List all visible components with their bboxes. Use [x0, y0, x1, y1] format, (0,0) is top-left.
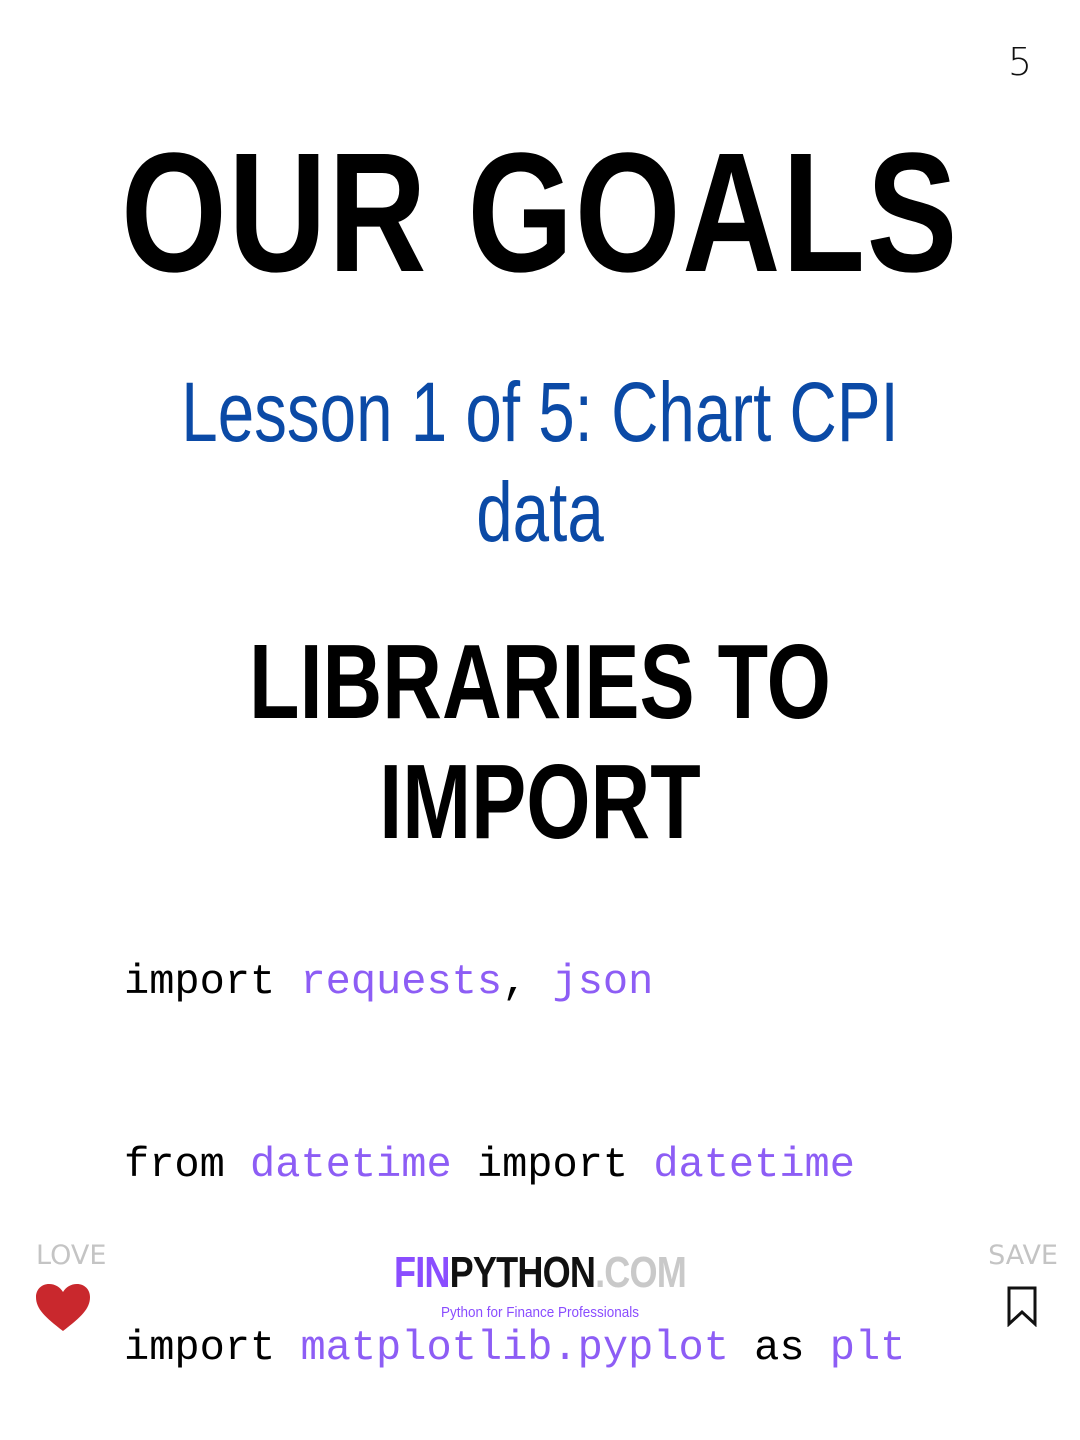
code-line: import requests, json	[124, 952, 905, 1013]
code-keyword: import	[124, 958, 301, 1006]
code-module: plt	[829, 1324, 906, 1372]
code-keyword: from	[124, 1141, 251, 1189]
code-block: import requests, json from datetime impo…	[124, 830, 905, 1440]
love-label: LOVE	[36, 1240, 107, 1271]
brand-tagline: Python for Finance Professionals	[440, 1304, 640, 1321]
lesson-subtitle: Lesson 1 of 5: Chart CPI data	[181, 365, 899, 559]
code-module: matplotlib.pyplot	[300, 1324, 729, 1372]
code-module: datetime	[653, 1141, 855, 1189]
code-line: import matplotlib.pyplot as plt	[124, 1318, 905, 1379]
code-module: datetime	[250, 1141, 452, 1189]
page-number: 5	[1007, 40, 1032, 84]
code-module: json	[552, 958, 654, 1006]
section-title: LIBRARIES TO IMPORT	[249, 623, 831, 861]
code-module: requests	[300, 958, 503, 1006]
brand-fin: FIN	[393, 1248, 450, 1297]
code-keyword: import	[124, 1324, 301, 1372]
save-label: SAVE	[988, 1240, 1058, 1271]
brand-com: .COM	[595, 1248, 687, 1297]
page-title: OUR GOALS	[121, 118, 959, 308]
code-line: from datetime import datetime	[124, 1135, 905, 1196]
brand-logo[interactable]: FINPYTHON.COM	[97, 1248, 983, 1298]
code-keyword: as	[728, 1324, 830, 1372]
code-keyword: import	[451, 1141, 654, 1189]
code-separator: ,	[502, 958, 553, 1006]
brand-python: PYTHON	[449, 1248, 596, 1297]
